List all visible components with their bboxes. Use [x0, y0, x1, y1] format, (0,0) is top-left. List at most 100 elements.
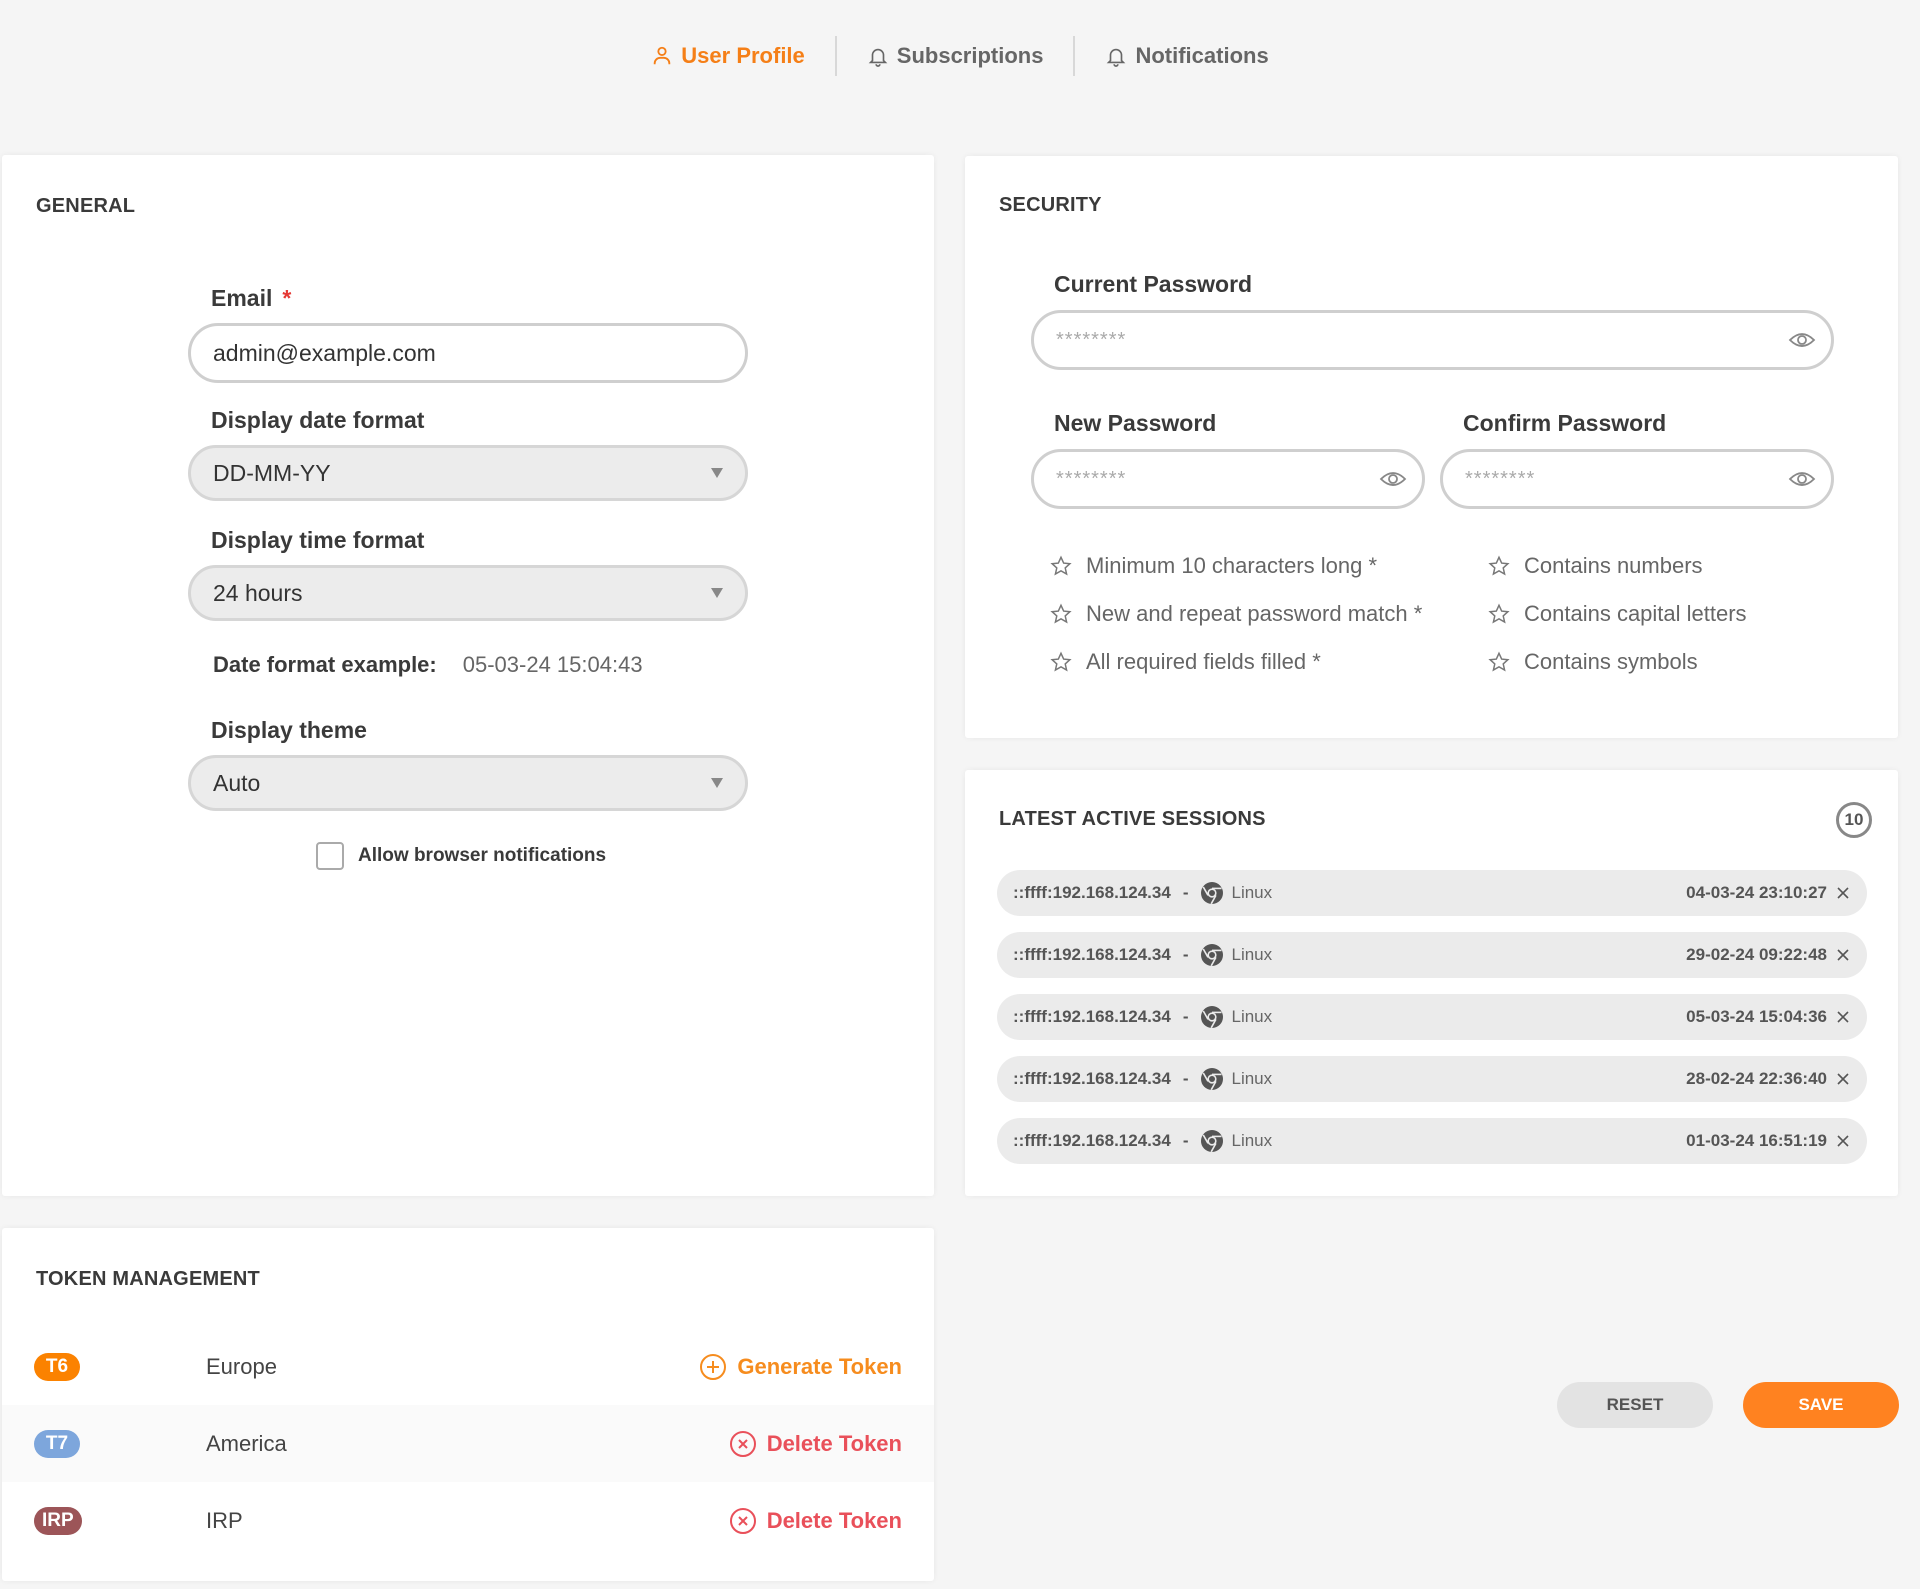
close-icon[interactable]: [1835, 1009, 1851, 1025]
confirm-password-placeholder: ********: [1465, 467, 1536, 490]
password-rule: Contains symbols: [1488, 649, 1848, 674]
close-icon[interactable]: [1835, 1071, 1851, 1087]
eye-icon[interactable]: [1787, 325, 1817, 355]
new-password-input[interactable]: ********: [1031, 449, 1425, 509]
theme-select[interactable]: Auto: [188, 755, 748, 811]
confirm-password-label: Confirm Password: [1463, 410, 1667, 436]
star-icon: [1488, 603, 1510, 624]
close-circle-icon: [729, 1430, 756, 1457]
token-row: IRP IRP Delete Token: [2, 1482, 934, 1559]
tab-label: Notifications: [1135, 43, 1269, 68]
required-mark: *: [282, 285, 292, 311]
new-password-placeholder: ********: [1056, 467, 1127, 490]
token-action-label: Delete Token: [766, 1430, 902, 1456]
password-rule: New and repeat password match *: [1050, 601, 1488, 626]
example-value: 05-03-24 15:04:43: [462, 652, 643, 677]
session-separator: -: [1182, 1007, 1189, 1026]
token-badge: T6: [34, 1352, 80, 1381]
rule-text: Contains capital letters: [1524, 601, 1747, 626]
session-time: 28-02-24 22:36:40: [1686, 1069, 1827, 1088]
current-password-label: Current Password: [1054, 271, 1253, 297]
token-row: T6 Europe Generate Token: [2, 1328, 934, 1405]
bell-icon: [868, 48, 888, 67]
rule-text: New and repeat password match *: [1086, 601, 1423, 626]
rule-text: All required fields filled *: [1086, 649, 1321, 674]
token-management-card: TOKEN MANAGEMENT T6 Europe Generate Token T…: [2, 1228, 934, 1581]
sessions-card: LATEST ACTIVE SESSIONS 10 ::ffff:192.168…: [965, 770, 1898, 1196]
session-ip: ::ffff:192.168.124.34: [1013, 1131, 1171, 1150]
session-count-badge: 10: [1836, 802, 1872, 838]
browser-notifications-checkbox[interactable]: [316, 842, 344, 870]
token-badge: IRP: [34, 1506, 82, 1535]
tab-notifications[interactable]: Notifications: [1075, 36, 1298, 76]
session-ip: ::ffff:192.168.124.34: [1013, 945, 1171, 964]
profile-tabs: User Profile Subscriptions Notifications: [0, 30, 1920, 82]
password-rule: Contains capital letters: [1488, 601, 1848, 626]
session-separator: -: [1182, 1131, 1189, 1150]
token-name: America: [206, 1430, 287, 1456]
close-circle-icon: [729, 1507, 756, 1534]
chrome-icon: [1201, 1006, 1224, 1029]
chrome-icon: [1201, 944, 1224, 967]
session-os: Linux: [1231, 945, 1273, 964]
example-label: Date format example:: [213, 652, 437, 677]
general-card: GENERAL Email * admin@example.com Display…: [2, 155, 934, 1196]
session-os: Linux: [1231, 1069, 1273, 1088]
session-separator: -: [1182, 883, 1189, 902]
chrome-icon: [1201, 882, 1224, 905]
star-icon: [1050, 555, 1072, 576]
session-time: 04-03-24 23:10:27: [1686, 883, 1827, 902]
token-action-label: Generate Token: [737, 1353, 902, 1379]
save-button[interactable]: SAVE: [1743, 1382, 1899, 1428]
close-icon[interactable]: [1835, 1133, 1851, 1149]
chevron-down-icon: [711, 468, 723, 478]
token-title: TOKEN MANAGEMENT: [36, 1268, 260, 1290]
email-label: Email *: [211, 285, 291, 312]
chevron-down-icon: [711, 588, 723, 598]
theme-value: Auto: [213, 769, 261, 796]
delete-token-button[interactable]: Delete Token: [729, 1430, 902, 1458]
token-row: T7 America Delete Token: [2, 1405, 934, 1482]
tab-subscriptions[interactable]: Subscriptions: [837, 36, 1074, 76]
eye-icon[interactable]: [1787, 464, 1817, 494]
tab-user-profile[interactable]: User Profile: [621, 36, 835, 76]
chrome-icon: [1201, 1130, 1224, 1153]
time-format-value: 24 hours: [213, 579, 303, 606]
date-format-select[interactable]: DD-MM-YY: [188, 445, 748, 501]
theme-label: Display theme: [211, 717, 367, 743]
session-list: ::ffff:192.168.124.34- Linux 04-03-24 23:1…: [997, 870, 1867, 1180]
eye-icon[interactable]: [1378, 464, 1408, 494]
date-format-label: Display date format: [211, 407, 425, 433]
star-icon: [1050, 603, 1072, 624]
generate-token-button[interactable]: Generate Token: [699, 1353, 902, 1381]
confirm-password-input[interactable]: ********: [1440, 449, 1834, 509]
checkbox-label: Allow browser notifications: [358, 845, 607, 866]
reset-button[interactable]: RESET: [1557, 1382, 1713, 1428]
browser-notifications-option[interactable]: Allow browser notifications: [316, 842, 606, 870]
star-icon: [1050, 651, 1072, 672]
email-input[interactable]: admin@example.com: [188, 323, 748, 383]
session-row: ::ffff:192.168.124.34- Linux 28-02-24 22:3…: [997, 1056, 1867, 1102]
close-icon[interactable]: [1835, 947, 1851, 963]
chrome-icon: [1201, 1068, 1224, 1091]
user-icon: [654, 46, 671, 65]
time-format-select[interactable]: 24 hours: [188, 565, 748, 621]
session-os: Linux: [1231, 1131, 1273, 1150]
session-time: 05-03-24 15:04:36: [1686, 1007, 1827, 1026]
session-time: 29-02-24 09:22:48: [1686, 945, 1827, 964]
date-format-example: Date format example: 05-03-24 15:04:43: [213, 652, 643, 678]
rule-text: Contains symbols: [1524, 649, 1698, 674]
email-label-text: Email: [211, 285, 273, 311]
close-icon[interactable]: [1835, 885, 1851, 901]
password-rules: Minimum 10 characters long * Contains nu…: [1050, 553, 1848, 674]
security-title: SECURITY: [999, 194, 1102, 216]
password-rule: All required fields filled *: [1050, 649, 1488, 674]
password-rule: Contains numbers: [1488, 553, 1848, 578]
star-icon: [1488, 555, 1510, 576]
rule-text: Contains numbers: [1524, 553, 1703, 578]
session-separator: -: [1182, 945, 1189, 964]
delete-token-button[interactable]: Delete Token: [729, 1507, 902, 1535]
tab-label: Subscriptions: [896, 43, 1044, 68]
security-card: SECURITY Current Password ******** New P…: [965, 156, 1898, 738]
current-password-input[interactable]: ********: [1031, 310, 1834, 370]
